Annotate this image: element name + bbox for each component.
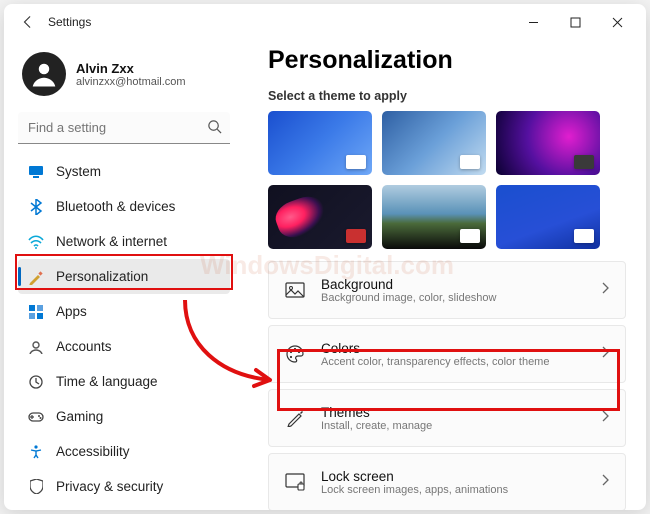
search-input[interactable] [18, 112, 230, 144]
bluetooth-icon [28, 199, 44, 215]
sidebar-item-gaming[interactable]: Gaming [18, 399, 230, 434]
settings-row-colors[interactable]: ColorsAccent color, transparency effects… [268, 325, 626, 383]
theme-thumbnail[interactable] [268, 185, 372, 249]
sidebar-item-privacy[interactable]: Privacy & security [18, 469, 230, 504]
row-desc: Accent color, transparency effects, colo… [321, 356, 585, 368]
sidebar: Alvin Zxx alvinzxx@hotmail.com System Bl… [4, 40, 242, 510]
themes-icon [285, 408, 305, 428]
profile-email: alvinzxx@hotmail.com [76, 76, 186, 88]
main-content: Personalization Select a theme to apply … [242, 40, 646, 510]
chevron-right-icon [601, 473, 609, 491]
chevron-right-icon [601, 281, 609, 299]
theme-thumbnail[interactable] [496, 185, 600, 249]
accounts-icon [28, 339, 44, 355]
titlebar: Settings [4, 4, 646, 40]
system-icon [28, 164, 44, 180]
nav-list: System Bluetooth & devices Network & int… [18, 154, 230, 510]
avatar [22, 52, 66, 96]
lockscreen-icon [285, 472, 305, 492]
row-desc: Lock screen images, apps, animations [321, 484, 585, 496]
row-desc: Background image, color, slideshow [321, 292, 585, 304]
time-icon [28, 374, 44, 390]
colors-icon [285, 344, 305, 364]
window-title: Settings [48, 15, 91, 29]
theme-thumbnail[interactable] [382, 111, 486, 175]
settings-row-themes[interactable]: ThemesInstall, create, manage [268, 389, 626, 447]
sidebar-item-accessibility[interactable]: Accessibility [18, 434, 230, 469]
theme-thumbnail[interactable] [382, 185, 486, 249]
settings-row-background[interactable]: BackgroundBackground image, color, slide… [268, 261, 626, 319]
row-title: Colors [321, 341, 585, 356]
gaming-icon [28, 409, 44, 425]
personalization-icon [28, 269, 44, 285]
settings-window: Settings Alvin Zxx alvinzxx@hotmail.com [4, 4, 646, 510]
accessibility-icon [28, 444, 44, 460]
apps-icon [28, 304, 44, 320]
maximize-button[interactable] [554, 7, 596, 37]
sidebar-item-label: Privacy & security [56, 479, 163, 494]
sidebar-item-apps[interactable]: Apps [18, 294, 230, 329]
sidebar-item-label: Gaming [56, 409, 103, 424]
minimize-button[interactable] [512, 7, 554, 37]
row-title: Background [321, 277, 585, 292]
sidebar-item-personalization[interactable]: Personalization [18, 259, 230, 294]
sidebar-item-label: Network & internet [56, 234, 167, 249]
sidebar-item-network[interactable]: Network & internet [18, 224, 230, 259]
sidebar-item-label: Time & language [56, 374, 158, 389]
sidebar-item-label: Bluetooth & devices [56, 199, 175, 214]
search-icon [207, 119, 222, 139]
sidebar-item-label: System [56, 164, 101, 179]
back-button[interactable] [12, 6, 44, 38]
sidebar-item-system[interactable]: System [18, 154, 230, 189]
theme-thumbnail[interactable] [496, 111, 600, 175]
row-desc: Install, create, manage [321, 420, 585, 432]
sidebar-item-accounts[interactable]: Accounts [18, 329, 230, 364]
close-button[interactable] [596, 7, 638, 37]
row-title: Lock screen [321, 469, 585, 484]
sidebar-item-update[interactable]: Windows Update [18, 504, 230, 510]
theme-thumbnail[interactable] [268, 111, 372, 175]
privacy-icon [28, 479, 44, 495]
settings-row-lockscreen[interactable]: Lock screenLock screen images, apps, ani… [268, 453, 626, 510]
row-title: Themes [321, 405, 585, 420]
chevron-right-icon [601, 345, 609, 363]
sidebar-item-label: Accounts [56, 339, 112, 354]
sidebar-item-label: Apps [56, 304, 87, 319]
page-heading: Personalization [268, 46, 626, 75]
network-icon [28, 234, 44, 250]
sidebar-item-label: Accessibility [56, 444, 130, 459]
chevron-right-icon [601, 409, 609, 427]
background-icon [285, 280, 305, 300]
sidebar-item-label: Personalization [56, 269, 148, 284]
theme-section-label: Select a theme to apply [268, 89, 626, 103]
sidebar-item-time[interactable]: Time & language [18, 364, 230, 399]
profile-block[interactable]: Alvin Zxx alvinzxx@hotmail.com [18, 48, 230, 110]
profile-name: Alvin Zxx [76, 61, 186, 76]
sidebar-item-bluetooth[interactable]: Bluetooth & devices [18, 189, 230, 224]
